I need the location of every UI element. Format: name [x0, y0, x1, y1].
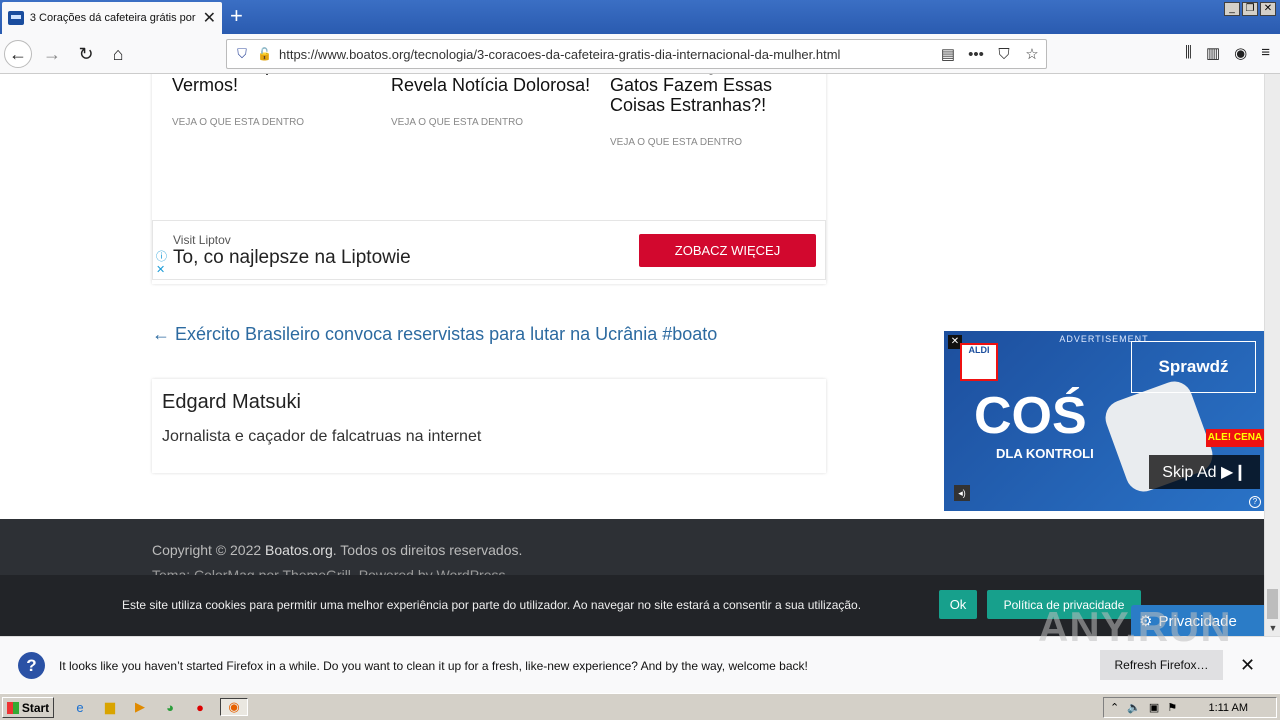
network-icon[interactable]: ▣ — [1149, 701, 1159, 714]
home-icon[interactable]: ⌂ — [104, 40, 132, 68]
ad-cta-button[interactable]: Sprawdź — [1131, 341, 1256, 393]
insecure-lock-icon[interactable]: 🔓 — [257, 47, 279, 61]
media-player-icon[interactable]: ▶ — [130, 698, 150, 716]
volume-icon[interactable]: 🔈 — [1127, 701, 1141, 714]
address-bar[interactable]: ⛉ 🔓 https://www.boatos.org/tecnologia/3-… — [226, 39, 1047, 69]
author-box: Edgard Matsuki Jornalista e caçador de f… — [152, 379, 826, 473]
ad-info-icon[interactable]: ⓘ ✕ — [156, 251, 167, 277]
browser-tab-strip: 3 Corações dá cafeteira grátis por ✕ + _… — [0, 0, 1280, 34]
page-actions-icon[interactable]: ••• — [962, 46, 990, 63]
ad-title[interactable]: To, co najlepsze na Liptowie — [173, 247, 411, 269]
reload-icon[interactable]: ↻ — [72, 40, 100, 68]
article-card[interactable]: Teste De DNA E Médico Revela Notícia Dol… — [391, 74, 591, 128]
right-toolbar: ⫼ ▥ ◉ ≡ — [1185, 44, 1270, 62]
aldi-logo: ALDI — [960, 343, 998, 381]
ad-subline: DLA KONTROLI — [996, 446, 1094, 461]
close-notification-icon[interactable]: ✕ — [1240, 655, 1255, 676]
article-cta[interactable]: VEJA O QUE ESTA DENTRO — [391, 117, 591, 128]
copyright: Copyright © 2022 Boatos.org. Todos os di… — [152, 542, 523, 558]
notification-message: It looks like you haven’t started Firefo… — [59, 659, 808, 673]
quick-launch: e ▆ ▶ ◕ ● ◉ — [70, 698, 248, 716]
footer-site-link[interactable]: Boatos.org — [265, 542, 333, 558]
chrome-icon[interactable]: ◕ — [160, 698, 180, 716]
account-icon[interactable]: ◉ — [1234, 44, 1247, 62]
windows-taskbar: Start e ▆ ▶ ◕ ● ◉ ⌃ 🔈 ▣ ⚑ 1:11 AM — [0, 693, 1280, 720]
minimize-icon[interactable]: _ — [1224, 2, 1240, 16]
tray-expand-icon[interactable]: ⌃ — [1110, 701, 1119, 714]
tracking-shield-icon[interactable]: ⛉ — [227, 46, 257, 62]
restore-icon[interactable]: ❐ — [1242, 2, 1258, 16]
forward-icon[interactable]: → — [38, 40, 66, 68]
site-favicon-icon — [8, 11, 24, 25]
new-tab-icon[interactable]: + — [230, 4, 243, 28]
ad-cta-button[interactable]: ZOBACZ WIĘCEJ — [639, 234, 816, 267]
ad-help-icon[interactable]: ? — [1249, 496, 1261, 508]
screen: 3 Corações dá cafeteira grátis por ✕ + _… — [0, 0, 1280, 720]
clock[interactable]: 1:11 AM — [1208, 702, 1248, 714]
bookmark-star-icon[interactable]: ☆ — [1018, 45, 1046, 63]
close-window-icon[interactable]: ✕ — [1260, 2, 1276, 16]
article-headline[interactable]: Teste De DNA E Médico Revela Notícia Dol… — [391, 74, 591, 95]
system-tray: ⌃ 🔈 ▣ ⚑ 1:11 AM — [1103, 697, 1277, 718]
ie-icon[interactable]: e — [70, 698, 90, 716]
web-page: Não Era Suposto Vermos! VEJA O QUE ESTA … — [0, 74, 1264, 636]
firefox-taskbar-icon[interactable]: ◉ — [220, 698, 248, 716]
previous-post-link[interactable]: ← Exército Brasileiro convoca reservista… — [152, 324, 717, 345]
price-tag: ALE! CENA — [1206, 429, 1264, 447]
url-text[interactable]: https://www.boatos.org/tecnologia/3-cora… — [279, 47, 934, 62]
question-icon: ? — [18, 652, 45, 679]
refresh-firefox-button[interactable]: Refresh Firefox… — [1100, 650, 1223, 680]
article-card[interactable]: Não Era Suposto Vermos! VEJA O QUE ESTA … — [172, 74, 372, 128]
library-icon[interactable]: ⫼ — [1185, 44, 1192, 62]
window-controls: _ ❐ ✕ — [1224, 2, 1276, 16]
back-icon[interactable]: ← — [4, 40, 32, 68]
tab-title: 3 Corações dá cafeteira grátis por — [29, 12, 196, 24]
ad-sponsor: Visit Liptov — [173, 233, 231, 247]
close-tab-icon[interactable]: ✕ — [203, 8, 216, 28]
ad-headline: COŚ — [974, 387, 1087, 445]
anyrun-watermark: ANY.RUN — [1038, 603, 1232, 650]
menu-icon[interactable]: ≡ — [1261, 44, 1270, 62]
pocket-icon[interactable]: ⛉ — [990, 46, 1018, 63]
liptov-ad-banner[interactable]: ⓘ ✕ Visit Liptov To, co najlepsze na Lipt… — [152, 220, 826, 280]
author-name: Edgard Matsuki — [162, 391, 301, 413]
article-headline[interactable]: Gatos: Por Que Os Gatos Fazem Essas Cois… — [610, 74, 810, 115]
cookie-message: Este site utiliza cookies para permitir … — [122, 598, 862, 612]
navigation-toolbar: ← → ↻ ⌂ ⛉ 🔓 https://www.boatos.org/tecno… — [0, 34, 1280, 74]
page-scrollbar[interactable]: ▼ — [1264, 74, 1280, 636]
scrollbar-thumb[interactable] — [1267, 589, 1278, 619]
reader-view-icon[interactable]: ▤ — [934, 45, 962, 63]
explorer-icon[interactable]: ▆ — [100, 698, 120, 716]
article-cta[interactable]: VEJA O QUE ESTA DENTRO — [172, 117, 372, 128]
article-card[interactable]: Gatos: Por Que Os Gatos Fazem Essas Cois… — [610, 74, 810, 148]
video-advertisement[interactable]: ADVERTISEMENT ✕ ALDI COŚ DLA KONTROLI Sp… — [944, 331, 1264, 511]
opera-icon[interactable]: ● — [190, 698, 210, 716]
start-button[interactable]: Start — [2, 697, 54, 718]
scroll-down-icon[interactable]: ▼ — [1265, 620, 1280, 636]
skip-ad-button[interactable]: Skip Ad ▶❙ — [1149, 455, 1260, 489]
cookie-ok-button[interactable]: Ok — [939, 590, 977, 619]
mute-icon[interactable]: ◂) — [954, 485, 970, 501]
article-headline[interactable]: Não Era Suposto Vermos! — [172, 74, 372, 95]
author-bio: Jornalista e caçador de falcatruas na in… — [162, 428, 482, 445]
sidebar-icon[interactable]: ▥ — [1206, 44, 1220, 62]
browser-tab[interactable]: 3 Corações dá cafeteira grátis por ✕ — [2, 2, 222, 34]
article-cta[interactable]: VEJA O QUE ESTA DENTRO — [610, 137, 810, 148]
action-center-flag-icon[interactable]: ⚑ — [1167, 701, 1177, 714]
windows-logo-icon — [6, 701, 19, 714]
